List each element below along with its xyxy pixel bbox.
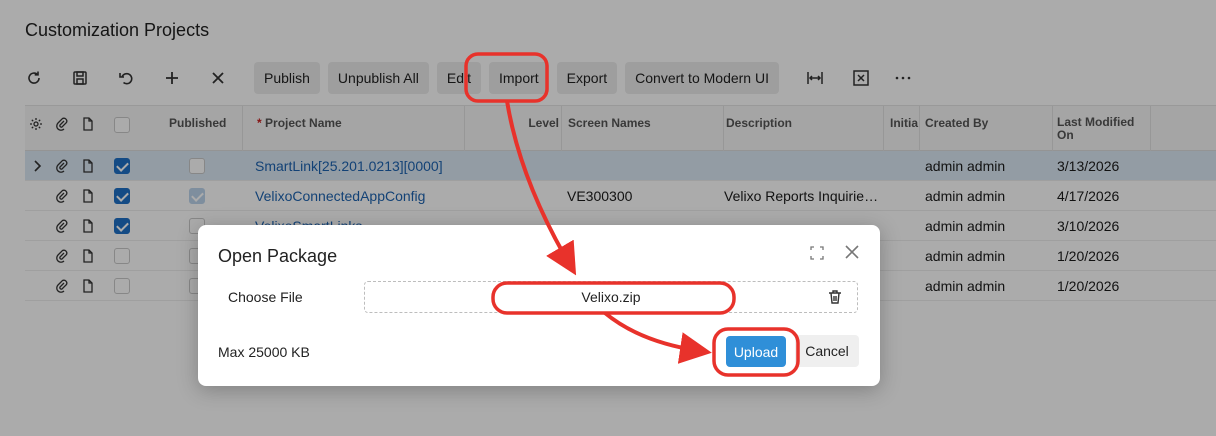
maximize-icon[interactable] (810, 246, 824, 260)
close-icon[interactable] (845, 245, 859, 259)
trash-icon[interactable] (827, 289, 843, 305)
cancel-button[interactable]: Cancel (795, 335, 859, 367)
dialog-title: Open Package (218, 246, 338, 266)
file-dropzone[interactable]: Velixo.zip (364, 281, 858, 313)
upload-button[interactable]: Upload (726, 336, 786, 367)
max-size-text: Max 25000 KB (218, 344, 310, 360)
open-package-dialog: Open Package Choose File Velixo.zip Max … (198, 225, 880, 386)
choose-file-label: Choose File (228, 289, 303, 305)
selected-file-name: Velixo.zip (581, 289, 641, 305)
